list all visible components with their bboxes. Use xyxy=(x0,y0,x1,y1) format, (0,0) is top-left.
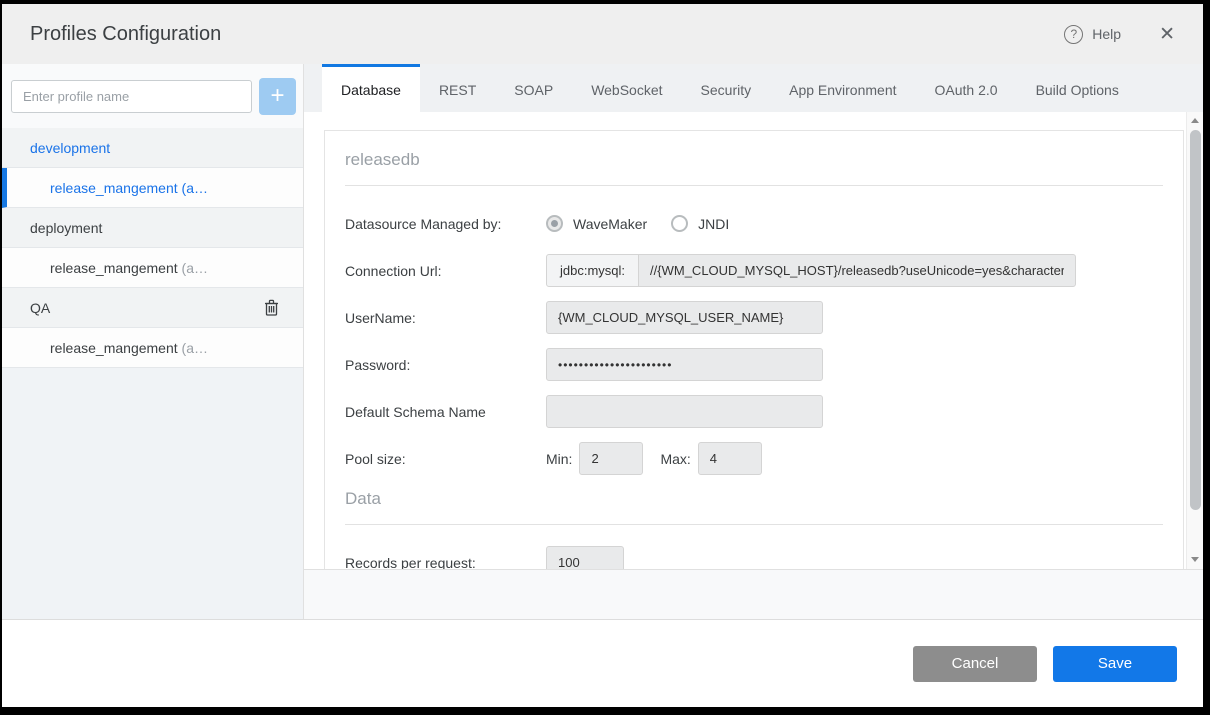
radio-jndi[interactable] xyxy=(671,215,688,232)
releasedb-panel: releasedb Datasource Managed by: WaveMak… xyxy=(324,130,1184,570)
username-row: UserName: xyxy=(345,301,1163,334)
password-row: Password: xyxy=(345,348,1163,381)
profiles-configuration-dialog: Profiles Configuration ? Help ✕ + develo… xyxy=(2,4,1203,707)
scrollbar-thumb[interactable] xyxy=(1190,130,1201,510)
profile-group-label: deployment xyxy=(30,220,102,236)
section-divider xyxy=(345,524,1163,525)
records-per-request-input[interactable] xyxy=(546,546,624,570)
profile-group-label: development xyxy=(30,140,110,156)
pool-size-label: Pool size: xyxy=(345,451,546,467)
help-button[interactable]: ? Help xyxy=(1064,25,1121,44)
section-title-data: Data xyxy=(345,489,1163,509)
username-input[interactable] xyxy=(546,301,823,334)
tab-build-options[interactable]: Build Options xyxy=(1017,64,1138,112)
pool-size-row: Pool size: Min: Max: xyxy=(345,442,1163,475)
pool-max-label: Max: xyxy=(660,451,690,467)
password-label: Password: xyxy=(345,357,546,373)
connection-url-label: Connection Url: xyxy=(345,263,546,279)
profile-item-label: release_mangement (a… xyxy=(50,340,208,356)
save-button[interactable]: Save xyxy=(1053,646,1177,682)
dialog-footer: Cancel Save xyxy=(2,619,1203,707)
database-tab-content: releasedb Datasource Managed by: WaveMak… xyxy=(304,112,1203,570)
schema-input[interactable] xyxy=(546,395,823,428)
profile-item-label: release_mangement (a… xyxy=(50,180,208,196)
datasource-label: Datasource Managed by: xyxy=(345,216,546,232)
connection-url-prefix: jdbc:mysql: xyxy=(546,254,639,287)
help-label: Help xyxy=(1092,26,1121,42)
profile-name-input[interactable] xyxy=(11,80,252,113)
tab-oauth-20[interactable]: OAuth 2.0 xyxy=(916,64,1017,112)
tab-rest[interactable]: REST xyxy=(420,64,495,112)
profile-item-label: release_mangement (a… xyxy=(50,260,208,276)
content-scrollbar[interactable] xyxy=(1186,112,1203,569)
main-area: Database REST SOAP WebSocket Security Ap… xyxy=(304,64,1203,619)
records-per-request-label: Records per request: xyxy=(345,555,546,571)
datasource-row: Datasource Managed by: WaveMaker JNDI xyxy=(345,207,1163,240)
dialog-body: + development release_mangement (a… depl… xyxy=(2,64,1203,619)
radio-wavemaker-label: WaveMaker xyxy=(573,216,647,232)
tab-app-environment[interactable]: App Environment xyxy=(770,64,915,112)
datasource-radio-group: WaveMaker JNDI xyxy=(546,215,743,232)
pool-max-input[interactable] xyxy=(698,442,762,475)
close-icon[interactable]: ✕ xyxy=(1159,25,1175,44)
connection-url-input[interactable] xyxy=(638,254,1076,287)
section-divider xyxy=(345,185,1163,186)
help-question-icon: ? xyxy=(1064,25,1083,44)
sidebar-item-development[interactable]: development xyxy=(2,128,303,168)
dialog-header: Profiles Configuration ? Help ✕ xyxy=(2,4,1203,64)
section-title-releasedb: releasedb xyxy=(345,150,1163,170)
tab-security[interactable]: Security xyxy=(682,64,771,112)
profile-create-bar: + xyxy=(2,64,303,128)
pool-min-input[interactable] xyxy=(579,442,643,475)
radio-jndi-label: JNDI xyxy=(698,216,729,232)
schema-label: Default Schema Name xyxy=(345,404,546,420)
radio-wavemaker[interactable] xyxy=(546,215,563,232)
sidebar-item-release-mangement-2[interactable]: release_mangement (a… xyxy=(2,248,303,288)
tab-websocket[interactable]: WebSocket xyxy=(572,64,681,112)
sidebar-item-deployment[interactable]: deployment xyxy=(2,208,303,248)
tab-soap[interactable]: SOAP xyxy=(495,64,572,112)
password-input[interactable] xyxy=(546,348,823,381)
cancel-button[interactable]: Cancel xyxy=(913,646,1037,682)
content-filler xyxy=(304,570,1203,619)
pool-min-label: Min: xyxy=(546,451,572,467)
records-per-request-row: Records per request: xyxy=(345,546,1163,570)
delete-profile-icon[interactable] xyxy=(264,299,279,316)
sidebar-item-qa[interactable]: QA xyxy=(2,288,303,328)
tab-database[interactable]: Database xyxy=(322,64,420,112)
scroll-up-icon[interactable] xyxy=(1191,118,1199,123)
sidebar-item-release-mangement-1[interactable]: release_mangement (a… xyxy=(2,168,303,208)
profiles-sidebar: + development release_mangement (a… depl… xyxy=(2,64,304,619)
add-profile-button[interactable]: + xyxy=(259,78,296,115)
profile-group-label: QA xyxy=(30,300,50,316)
schema-row: Default Schema Name xyxy=(345,395,1163,428)
tabbar: Database REST SOAP WebSocket Security Ap… xyxy=(304,64,1203,112)
connection-url-row: Connection Url: jdbc:mysql: xyxy=(345,254,1163,287)
username-label: UserName: xyxy=(345,310,546,326)
page-title: Profiles Configuration xyxy=(30,23,1064,46)
sidebar-item-release-mangement-3[interactable]: release_mangement (a… xyxy=(2,328,303,368)
scroll-down-icon[interactable] xyxy=(1191,557,1199,562)
